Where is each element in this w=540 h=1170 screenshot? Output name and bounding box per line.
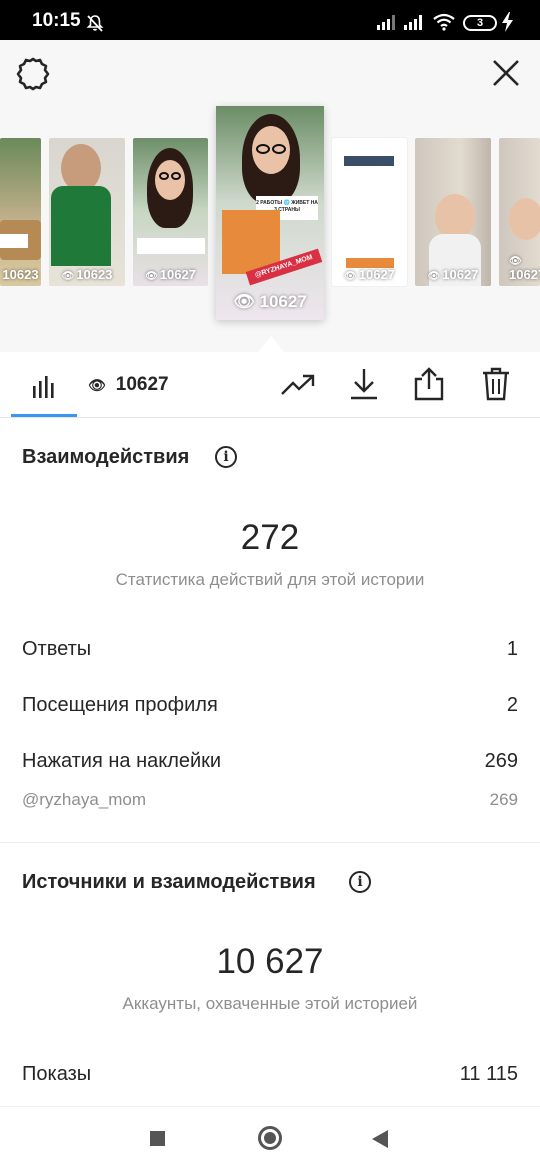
story-thumbnail[interactable]: 👁10627 [133, 138, 208, 286]
story-thumbnail[interactable]: 10623 [0, 138, 41, 286]
impressions-label: Показы [22, 1063, 92, 1085]
close-icon[interactable] [490, 57, 522, 89]
sticker-taps-value: 269 [484, 750, 518, 772]
signal-icon [377, 15, 395, 30]
wifi-icon [433, 13, 455, 31]
delete-trash-icon[interactable] [481, 367, 511, 401]
system-nav-bar [0, 1106, 540, 1170]
discovery-title: Источники и взаимодействия [22, 871, 316, 893]
trending-promote-icon[interactable] [281, 374, 315, 396]
charging-icon [502, 12, 513, 32]
interactions-caption: Статистика действий для этой истории [115, 570, 425, 589]
sticker-taps-label: Нажатия на наклейки [22, 750, 222, 772]
story-view-count: 👁 10623 [61, 267, 113, 282]
story-toolbar: 👁 10627 [0, 352, 540, 418]
mention-sticker-label[interactable]: @ryzhaya_mom [22, 790, 146, 810]
toolbar-view-count: 👁 10627 [88, 374, 169, 395]
selected-story-pointer [258, 336, 284, 352]
reach-caption: Аккаунты, охваченные этой историей [122, 994, 418, 1013]
story-thumbnail[interactable]: 👁10627 [499, 138, 540, 286]
info-icon[interactable]: i [349, 871, 371, 893]
status-time: 10:15 [32, 10, 81, 31]
status-bar: 10:15 3 [0, 0, 540, 40]
story-thumbnail[interactable]: 👁10627 [332, 138, 407, 286]
back-button[interactable] [372, 1130, 388, 1148]
story-view-count: 👁10627 [145, 267, 196, 282]
story-view-count: 👁10627 [344, 267, 395, 282]
impressions-value: 11 115 [459, 1063, 518, 1085]
interactions-total: 272 [240, 518, 300, 557]
notifications-muted-icon [86, 15, 104, 32]
reach-total: 10 627 [216, 942, 324, 981]
info-icon[interactable]: i [215, 446, 237, 468]
section-divider [0, 842, 540, 843]
story-view-count: 👁10627 [427, 267, 479, 282]
story-view-count: 10623 [2, 267, 39, 282]
insights-bar-chart-icon[interactable] [32, 374, 56, 398]
download-icon[interactable] [349, 368, 379, 400]
replies-label: Ответы [22, 638, 92, 660]
story-thumbnail[interactable]: 👁10627 [415, 138, 491, 286]
battery-icon: 3 [463, 15, 497, 31]
current-story-view-count: 👁 10627 [233, 292, 307, 311]
mention-sticker-value: 269 [489, 790, 518, 809]
active-tab-indicator [11, 414, 77, 417]
replies-value: 1 [506, 638, 518, 660]
story-view-count: 👁10627 [509, 256, 540, 282]
recent-apps-button[interactable] [150, 1131, 165, 1146]
settings-gear-icon[interactable] [14, 55, 52, 93]
share-icon[interactable] [414, 367, 444, 401]
signal-icon-2 [404, 15, 422, 30]
home-button[interactable] [258, 1126, 282, 1150]
profile-visits-value: 2 [506, 694, 518, 716]
current-story-thumbnail[interactable]: 2 РАБОТЫ 🌐 ЖИВЕТ НА 3 СТРАНЫ @RYZHAYA_MO… [216, 106, 324, 320]
profile-visits-label: Посещения профиля [22, 694, 218, 716]
story-thumbnail[interactable]: 👁 10623 [49, 138, 125, 286]
interactions-title: Взаимодействия [22, 446, 190, 468]
